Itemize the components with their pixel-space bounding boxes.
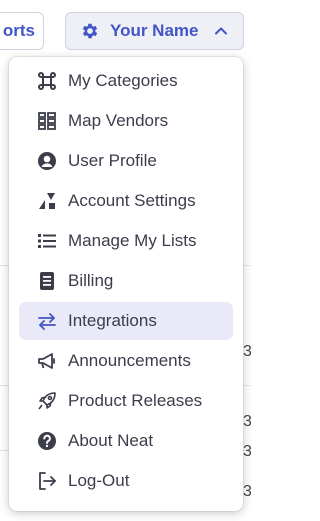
- menu-item-label: About Neat: [68, 431, 154, 450]
- menu-item-label: Integrations: [68, 311, 157, 330]
- reports-button[interactable]: orts: [0, 12, 44, 50]
- menu-item-product-releases[interactable]: Product Releases: [19, 382, 233, 420]
- arrows-swap-icon: [36, 310, 58, 332]
- menu-item-manage-my-lists[interactable]: Manage My Lists: [19, 222, 233, 260]
- menu-item-announcements[interactable]: Announcements: [19, 342, 233, 380]
- user-menu-button[interactable]: Your Name: [65, 12, 244, 50]
- megaphone-icon: [36, 350, 58, 372]
- menu-item-user-profile[interactable]: User Profile: [19, 142, 233, 180]
- reports-button-label: orts: [2, 21, 35, 40]
- menu-item-about-neat[interactable]: About Neat: [19, 422, 233, 460]
- rocket-icon: [36, 390, 58, 412]
- menu-item-label: Announcements: [68, 351, 191, 370]
- menu-item-label: Billing: [68, 271, 114, 290]
- user-name: Your Name: [110, 21, 199, 40]
- command-icon: [36, 70, 58, 92]
- chevron-up-icon: [213, 23, 229, 39]
- receipt-icon: [36, 270, 58, 292]
- menu-item-label: Map Vendors: [68, 111, 169, 130]
- menu-item-label: Manage My Lists: [68, 231, 197, 250]
- menu-item-log-out[interactable]: Log-Out: [19, 462, 233, 500]
- menu-item-label: Product Releases: [68, 391, 203, 410]
- user-circle-icon: [36, 150, 58, 172]
- grid-list-icon: [36, 110, 58, 132]
- table-cell-fragment: 3: [243, 443, 251, 460]
- shapes-icon: [36, 190, 58, 212]
- table-cell-fragment: 3: [243, 483, 251, 500]
- menu-item-label: My Categories: [68, 71, 178, 90]
- question-circle-icon: [36, 430, 58, 452]
- list-icon: [36, 230, 58, 252]
- menu-item-integrations[interactable]: Integrations: [19, 302, 233, 340]
- menu-item-map-vendors[interactable]: Map Vendors: [19, 102, 233, 140]
- logout-icon: [36, 470, 58, 492]
- menu-item-billing[interactable]: Billing: [19, 262, 233, 300]
- menu-item-label: Account Settings: [68, 191, 196, 210]
- table-cell-fragment: 3: [243, 343, 251, 360]
- table-cell-fragment: 3: [243, 413, 251, 430]
- menu-item-label: User Profile: [68, 151, 157, 170]
- menu-item-account-settings[interactable]: Account Settings: [19, 182, 233, 220]
- menu-item-label: Log-Out: [68, 471, 130, 490]
- gear-icon: [80, 21, 100, 41]
- user-dropdown-menu: My Categories Map Vendors User Profile A…: [9, 57, 243, 511]
- menu-item-my-categories[interactable]: My Categories: [19, 62, 233, 100]
